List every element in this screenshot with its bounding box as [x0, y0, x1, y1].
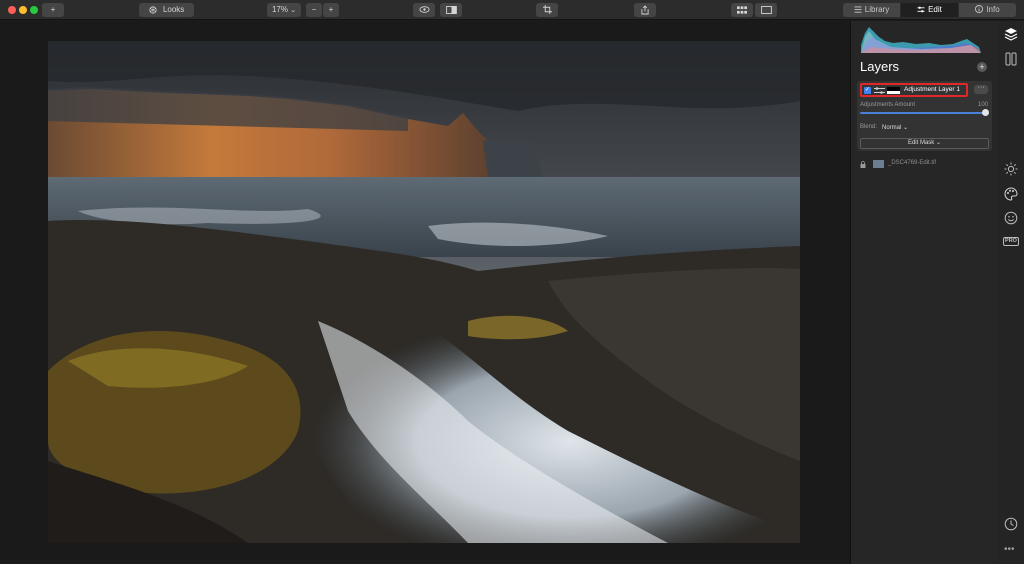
share-button[interactable] — [634, 3, 656, 17]
plus-icon: + — [979, 62, 985, 72]
layer-mask-thumbnail[interactable] — [887, 87, 900, 94]
tab-info[interactable]: Info — [959, 3, 1016, 17]
adjustments-amount-label: Adjustments Amount — [860, 102, 916, 108]
tab-edit-label: Edit — [928, 5, 942, 14]
canvas-panels-icon[interactable] — [1004, 52, 1018, 66]
library-icon — [854, 6, 862, 13]
share-icon — [641, 5, 649, 15]
pro-tools-button[interactable]: PRO — [1003, 237, 1019, 246]
add-layer-button[interactable]: + — [977, 62, 987, 72]
top-toolbar: + Looks 17% ⌄ − + Library Edit Info — [0, 0, 1024, 20]
edit-sliders-icon — [917, 6, 925, 13]
edit-mask-label: Edit Mask ⌄ — [907, 140, 942, 146]
more-options-button[interactable]: ••• — [1004, 544, 1015, 555]
tab-edit[interactable]: Edit — [901, 3, 958, 17]
landscape-photo — [48, 41, 800, 543]
ellipsis-icon: ··· — [977, 84, 985, 91]
eye-icon — [418, 6, 430, 14]
blend-mode-select[interactable]: Normal ⌄ — [882, 124, 908, 131]
minus-icon: − — [311, 5, 317, 14]
adjustment-sliders-icon — [874, 87, 885, 94]
crop-button[interactable] — [536, 3, 558, 17]
photo-preview[interactable] — [48, 41, 800, 543]
tab-library[interactable]: Library — [843, 3, 900, 17]
layer-name[interactable]: Adjustment Layer 1 — [904, 86, 960, 93]
layers-panel: Layers + ✓ Adjustment Layer 1 ··· Adjust… — [850, 21, 998, 564]
close-window-button[interactable] — [8, 6, 16, 14]
adjustments-amount-slider[interactable] — [860, 112, 985, 114]
grid-icon — [737, 6, 747, 14]
tab-library-label: Library — [864, 5, 890, 14]
looks-label: Looks — [162, 5, 185, 14]
looks-button[interactable]: Looks — [139, 3, 194, 17]
plus-icon: + — [50, 5, 56, 14]
adjustments-amount-slider-handle[interactable] — [981, 109, 989, 116]
histogram — [861, 27, 981, 53]
layers-icon[interactable] — [1004, 27, 1018, 41]
crop-icon — [542, 5, 552, 15]
minimize-window-button[interactable] — [19, 6, 27, 14]
layer-visibility-checkbox[interactable]: ✓ — [864, 87, 871, 94]
mode-tabs: Library Edit Info — [842, 3, 1016, 17]
add-button[interactable]: + — [42, 3, 64, 17]
tab-info-label: Info — [986, 5, 1000, 14]
zoom-select[interactable]: 17% ⌄ — [267, 3, 301, 17]
lock-icon — [860, 161, 866, 168]
looks-icon — [149, 6, 157, 14]
grid-view-button[interactable] — [731, 3, 753, 17]
tool-strip: PRO ••• — [998, 21, 1024, 564]
image-canvas[interactable] — [0, 21, 850, 564]
zoom-in-button[interactable]: + — [323, 3, 339, 17]
single-view-button[interactable] — [755, 3, 777, 17]
compare-icon — [445, 5, 457, 14]
layer-more-button[interactable]: ··· — [974, 84, 988, 94]
adjustment-layer-row[interactable]: ✓ Adjustment Layer 1 — [860, 83, 968, 97]
palette-icon[interactable] — [1004, 187, 1018, 201]
blend-label: Blend: — [860, 124, 878, 130]
history-clock-icon[interactable] — [1004, 517, 1018, 531]
compare-button[interactable] — [440, 3, 462, 17]
pro-label: PRO — [1005, 238, 1017, 244]
layers-title: Layers — [860, 59, 900, 74]
zoom-value: 17% — [271, 5, 288, 14]
portrait-face-icon[interactable] — [1004, 211, 1018, 225]
preview-toggle-button[interactable] — [413, 3, 435, 17]
base-image-layer[interactable]: _DSC4769-Edit.tif — [860, 160, 990, 170]
single-view-icon — [760, 5, 772, 14]
adjustments-amount-value: 100 — [978, 102, 989, 108]
sun-icon[interactable] — [1004, 162, 1018, 176]
chevron-down-icon: ⌄ — [290, 7, 297, 14]
zoom-window-button[interactable] — [30, 6, 38, 14]
plus-icon: + — [328, 5, 334, 14]
edit-mask-button[interactable]: Edit Mask ⌄ — [860, 138, 989, 149]
base-layer-thumbnail — [873, 160, 884, 168]
base-layer-name: _DSC4769-Edit.tif — [888, 160, 937, 166]
zoom-out-button[interactable]: − — [306, 3, 322, 17]
info-icon — [975, 5, 984, 13]
adjustment-layer-card[interactable]: ✓ Adjustment Layer 1 ··· Adjustments Amo… — [857, 81, 992, 151]
